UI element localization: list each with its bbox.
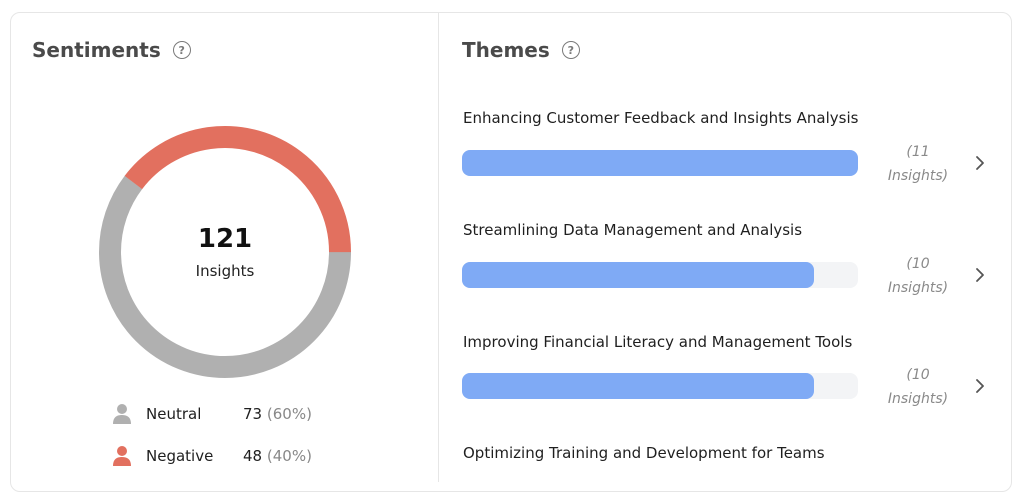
chevron-right-icon[interactable] — [972, 376, 988, 396]
sentiment-donut-chart — [97, 124, 353, 380]
legend-percent: (60%) — [266, 405, 312, 423]
legend-count: 48 — [243, 447, 263, 465]
person-icon — [113, 446, 131, 466]
theme-bar-track — [462, 373, 858, 399]
insight-count-line: (10 — [906, 256, 930, 272]
legend-value: 73 (60%) — [243, 405, 312, 423]
insight-count-line: (11 — [906, 144, 930, 160]
themes-help-icon[interactable]: ? — [561, 41, 580, 59]
legend-value: 48 (40%) — [243, 447, 312, 465]
legend-label: Neutral — [146, 405, 202, 423]
theme-insight-count: (10 Insights) — [878, 252, 958, 300]
insight-count-line: Insights) — [887, 391, 949, 407]
theme-bar-track — [462, 150, 858, 176]
insight-count-line: (10 — [906, 367, 930, 383]
theme-insight-count: (10 Insights) — [878, 363, 958, 411]
theme-insight-count: (11 Insights) — [878, 140, 958, 188]
donut-segment-negative[interactable] — [97, 124, 353, 380]
theme-title[interactable]: Improving Financial Literacy and Managem… — [463, 333, 852, 351]
theme-bar-fill — [462, 262, 815, 288]
theme-title[interactable]: Enhancing Customer Feedback and Insights… — [463, 109, 858, 127]
theme-title[interactable]: Optimizing Training and Development for … — [463, 444, 825, 462]
sentiments-title: Sentiments — [32, 38, 161, 62]
legend-percent: (40%) — [266, 447, 312, 465]
person-icon — [113, 404, 131, 424]
sentiments-help-icon[interactable]: ? — [172, 41, 191, 59]
chevron-right-icon[interactable] — [972, 265, 988, 285]
legend-label: Negative — [146, 447, 214, 465]
themes-title: Themes — [462, 38, 550, 62]
themes-heading: Themes ? — [462, 38, 580, 62]
theme-bar-fill — [462, 150, 858, 176]
chevron-right-icon[interactable] — [972, 153, 988, 173]
panel-divider — [438, 12, 439, 482]
theme-bar-fill — [462, 373, 815, 399]
legend-count: 73 — [243, 405, 263, 423]
theme-bar-track — [462, 262, 858, 288]
sentiments-heading: Sentiments ? — [32, 38, 191, 62]
insight-count-line: Insights) — [887, 168, 949, 184]
insight-count-line: Insights) — [887, 280, 949, 296]
theme-title[interactable]: Streamlining Data Management and Analysi… — [463, 221, 802, 239]
